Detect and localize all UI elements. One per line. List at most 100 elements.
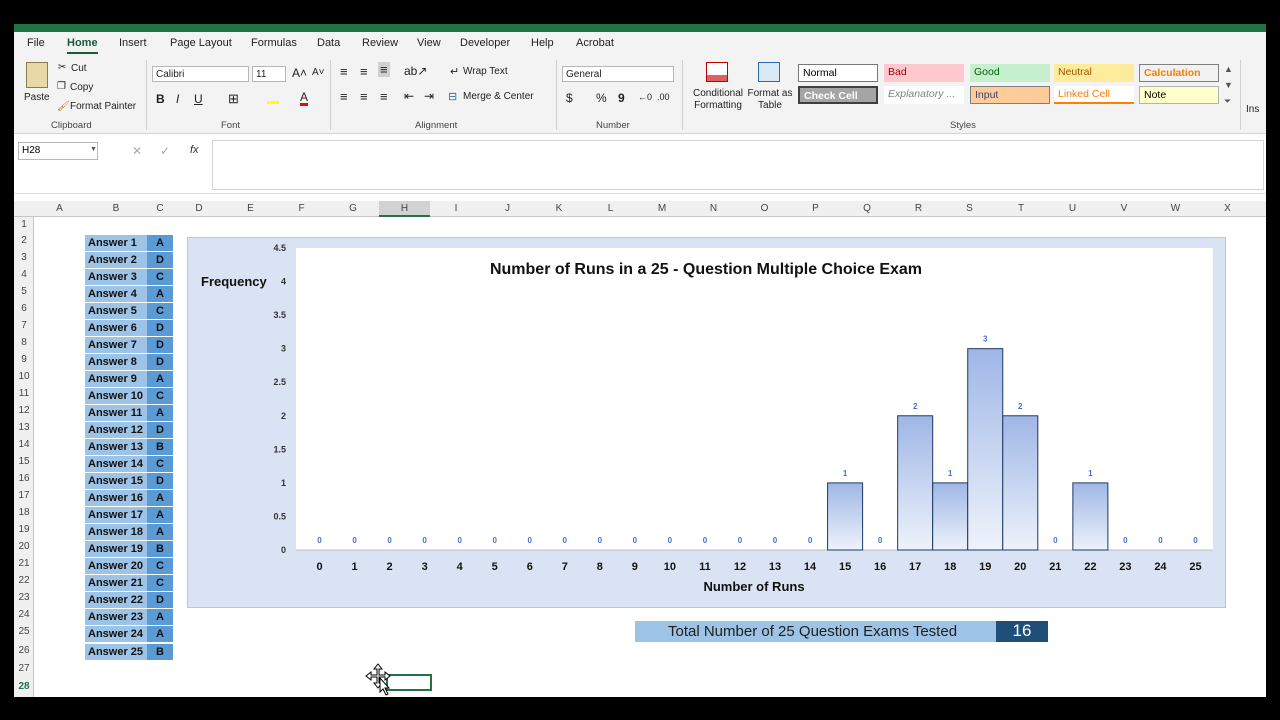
row-header-3[interactable]: 3	[14, 252, 34, 263]
gallery-scroll-down-icon[interactable]: ▼	[1224, 80, 1233, 90]
paste-icon[interactable]	[26, 62, 48, 88]
tab-acrobat[interactable]: Acrobat	[576, 37, 614, 49]
column-header-u[interactable]: U	[1047, 203, 1098, 214]
answer-label[interactable]: Answer 23	[85, 609, 147, 625]
answer-label[interactable]: Answer 25	[85, 644, 147, 660]
column-header-c[interactable]: C	[147, 203, 173, 214]
tab-page-layout[interactable]: Page Layout	[170, 37, 232, 49]
align-middle-icon[interactable]: ≡	[360, 64, 368, 79]
column-header-k[interactable]: K	[533, 203, 585, 214]
answer-value[interactable]: D	[147, 354, 173, 370]
currency-button[interactable]: $	[566, 91, 573, 105]
copy-button[interactable]: Copy	[70, 82, 93, 93]
tab-developer[interactable]: Developer	[460, 37, 510, 49]
enter-icon[interactable]: ✓	[160, 144, 170, 158]
paste-button[interactable]: Paste	[24, 92, 50, 103]
insert-function-button[interactable]: fx	[190, 144, 199, 156]
answer-label[interactable]: Answer 18	[85, 524, 147, 540]
decrease-font-icon[interactable]: A˅	[312, 67, 325, 78]
answer-value[interactable]: D	[147, 252, 173, 268]
row-header-15[interactable]: 15	[14, 456, 34, 467]
column-header-b[interactable]: B	[85, 203, 147, 214]
cancel-icon[interactable]: ✕	[132, 144, 142, 158]
style-note[interactable]: Note	[1139, 86, 1219, 104]
column-header-o[interactable]: O	[739, 203, 790, 214]
increase-font-icon[interactable]: A˄	[292, 66, 307, 80]
row-header-22[interactable]: 22	[14, 575, 34, 586]
style-input[interactable]: Input	[970, 86, 1050, 104]
orientation-icon[interactable]: ab↗	[404, 64, 427, 78]
answer-label[interactable]: Answer 3	[85, 269, 147, 285]
style-good[interactable]: Good	[970, 64, 1050, 82]
conditional-formatting-button[interactable]: Conditional Formatting	[691, 88, 745, 112]
row-header-26[interactable]: 26	[14, 645, 34, 656]
answer-value[interactable]: D	[147, 592, 173, 608]
answer-label[interactable]: Answer 9	[85, 371, 147, 387]
format-painter-button[interactable]: Format Painter	[70, 101, 136, 112]
answer-value[interactable]: C	[147, 575, 173, 591]
formula-input[interactable]	[212, 140, 1264, 190]
answer-label[interactable]: Answer 15	[85, 473, 147, 489]
answer-label[interactable]: Answer 12	[85, 422, 147, 438]
column-header-h[interactable]: H	[379, 201, 430, 217]
answer-label[interactable]: Answer 6	[85, 320, 147, 336]
cut-icon[interactable]: ✂	[58, 62, 66, 73]
row-header-5[interactable]: 5	[14, 286, 34, 297]
answer-value[interactable]: D	[147, 320, 173, 336]
comma-button[interactable]: 9	[618, 91, 625, 105]
insert-button[interactable]: Ins	[1246, 104, 1259, 115]
row-header-4[interactable]: 4	[14, 269, 34, 280]
answer-value[interactable]: C	[147, 269, 173, 285]
tab-file[interactable]: File	[27, 37, 45, 49]
answer-value[interactable]: B	[147, 644, 173, 660]
font-color-icon[interactable]: A	[300, 91, 309, 106]
column-header-j[interactable]: J	[482, 203, 533, 214]
column-header-a[interactable]: A	[34, 203, 85, 214]
answer-value[interactable]: C	[147, 456, 173, 472]
answer-value[interactable]: D	[147, 422, 173, 438]
answer-label[interactable]: Answer 13	[85, 439, 147, 455]
name-box-dropdown-icon[interactable]: ▼	[90, 146, 97, 153]
style-calculation[interactable]: Calculation	[1139, 64, 1219, 82]
row-header-23[interactable]: 23	[14, 592, 34, 603]
answer-label[interactable]: Answer 1	[85, 235, 147, 251]
style-neutral[interactable]: Neutral	[1054, 64, 1134, 82]
row-header-14[interactable]: 14	[14, 439, 34, 450]
wrap-text-icon[interactable]: ↵	[450, 65, 459, 78]
align-bottom-icon[interactable]: ≡	[378, 62, 390, 77]
answer-value[interactable]: A	[147, 507, 173, 523]
row-header-20[interactable]: 20	[14, 541, 34, 552]
answer-value[interactable]: D	[147, 473, 173, 489]
answer-value[interactable]: A	[147, 609, 173, 625]
answer-value[interactable]: C	[147, 558, 173, 574]
decrease-decimal-icon[interactable]: .00	[657, 92, 670, 102]
font-size-select[interactable]: 11	[252, 66, 286, 82]
answer-label[interactable]: Answer 22	[85, 592, 147, 608]
copy-icon[interactable]: ❐	[57, 81, 66, 92]
answer-label[interactable]: Answer 7	[85, 337, 147, 353]
column-header-r[interactable]: R	[893, 203, 944, 214]
row-header-10[interactable]: 10	[14, 371, 34, 382]
answer-label[interactable]: Answer 14	[85, 456, 147, 472]
answer-value[interactable]: B	[147, 541, 173, 557]
gallery-more-icon[interactable]: ⏷	[1224, 96, 1231, 107]
row-header-12[interactable]: 12	[14, 405, 34, 416]
column-header-e[interactable]: E	[225, 203, 276, 214]
row-header-27[interactable]: 27	[14, 663, 34, 674]
answer-label[interactable]: Answer 17	[85, 507, 147, 523]
answer-label[interactable]: Answer 2	[85, 252, 147, 268]
align-top-icon[interactable]: ≡	[340, 64, 348, 79]
tab-review[interactable]: Review	[362, 37, 398, 49]
style-check-cell[interactable]: Check Cell	[798, 86, 878, 104]
style-bad[interactable]: Bad	[884, 64, 964, 82]
row-header-21[interactable]: 21	[14, 558, 34, 569]
row-header-28[interactable]: 28	[14, 681, 34, 692]
column-header-d[interactable]: D	[173, 203, 225, 214]
column-header-p[interactable]: P	[790, 203, 841, 214]
merge-center-icon[interactable]: ⊟	[448, 90, 457, 103]
answer-label[interactable]: Answer 4	[85, 286, 147, 302]
row-header-18[interactable]: 18	[14, 507, 34, 518]
name-box[interactable]: H28	[18, 142, 98, 160]
gallery-scroll-up-icon[interactable]: ▲	[1224, 64, 1233, 74]
answer-label[interactable]: Answer 5	[85, 303, 147, 319]
